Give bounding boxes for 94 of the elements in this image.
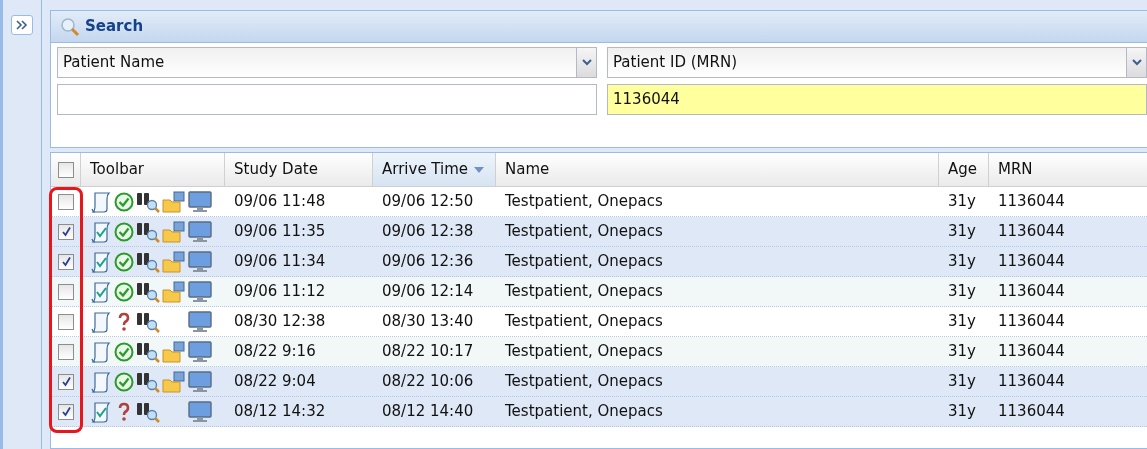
table-cell-text: 31y	[948, 251, 976, 273]
table-cell-text: Testpatient, Onepacs	[505, 371, 663, 393]
table-cell-text: 08/22 9:04	[234, 371, 316, 393]
table-cell-text: 31y	[948, 401, 976, 423]
table-cell-text: 08/12 14:32	[234, 401, 326, 423]
criterion-dropdown[interactable]: Patient Name	[57, 47, 597, 78]
table-cell-text: 1136044	[998, 311, 1065, 333]
table-cell-text: 08/22 9:16	[234, 341, 316, 363]
table-cell-text: Testpatient, Onepacs	[505, 341, 663, 363]
table-cell-text: Testpatient, Onepacs	[505, 281, 663, 303]
table-cell-text: 09/06 11:34	[234, 251, 326, 273]
search-icon	[59, 16, 81, 37]
column-header[interactable]: Age	[939, 153, 989, 186]
column-header[interactable]: MRN	[989, 153, 1147, 186]
binoculars-icon[interactable]	[136, 250, 160, 273]
table-cell-text: 1136044	[998, 281, 1065, 303]
binoculars-icon[interactable]	[136, 190, 160, 213]
monitor-icon[interactable]	[188, 340, 212, 363]
table-cell-text: 09/06 12:14	[382, 281, 474, 303]
table-cell-text: Testpatient, Onepacs	[505, 251, 663, 273]
table-cell-text: 1136044	[998, 341, 1065, 363]
table-cell-text: 31y	[948, 221, 976, 243]
table-cell-text: Testpatient, Onepacs	[505, 191, 663, 213]
check-circle-icon[interactable]	[114, 341, 134, 362]
table-cell-text: 08/30 12:38	[234, 311, 326, 333]
signed-report-icon[interactable]	[90, 400, 112, 423]
table-cell-text: 08/22 10:17	[382, 341, 474, 363]
table-cell-text: Testpatient, Onepacs	[505, 401, 663, 423]
table-cell-text: 1136044	[998, 251, 1065, 273]
check-circle-icon[interactable]	[114, 371, 134, 392]
checkbox[interactable]	[58, 283, 74, 300]
table-cell-text: 09/06 11:12	[234, 281, 326, 303]
checkbox[interactable]	[57, 161, 74, 178]
table-cell-text: 09/06 12:50	[382, 191, 474, 213]
checkbox[interactable]	[58, 223, 74, 240]
expand-button[interactable]	[11, 15, 33, 35]
binoculars-icon[interactable]	[136, 220, 160, 243]
signed-report-icon[interactable]	[90, 220, 112, 243]
checkbox[interactable]	[58, 313, 74, 330]
column-header[interactable]: Name	[496, 153, 939, 186]
table-cell-text: 08/22 10:06	[382, 371, 474, 393]
binoculars-icon[interactable]	[136, 370, 160, 393]
checkbox[interactable]	[58, 253, 74, 270]
table-cell-text: 31y	[948, 371, 976, 393]
table-cell-text: 1136044	[998, 221, 1065, 243]
check-circle-icon[interactable]	[114, 221, 134, 242]
report-icon[interactable]	[90, 340, 112, 363]
monitor-icon[interactable]	[188, 190, 212, 213]
table-cell-text: 31y	[948, 311, 976, 333]
panel-title: Search	[85, 16, 144, 38]
sort-descending-icon	[474, 166, 485, 173]
check-circle-icon[interactable]	[114, 281, 134, 302]
monitor-icon[interactable]	[188, 310, 212, 333]
table-cell-text: 09/06 12:36	[382, 251, 474, 273]
table-cell-text: Testpatient, Onepacs	[505, 311, 663, 333]
check-circle-icon[interactable]	[114, 191, 134, 212]
signed-report-icon[interactable]	[90, 280, 112, 303]
table-cell-text: 31y	[948, 341, 976, 363]
binoculars-icon[interactable]	[136, 310, 160, 333]
report-icon[interactable]	[90, 190, 112, 213]
double-chevron-icon	[16, 20, 28, 30]
binoculars-icon[interactable]	[136, 400, 160, 423]
table-cell-text: 09/06 11:48	[234, 191, 326, 213]
monitor-icon[interactable]	[188, 400, 212, 423]
table-cell-text: 09/06 12:38	[382, 221, 474, 243]
search-field[interactable]: 1136044	[607, 84, 1147, 115]
table-cell-text: 08/30 13:40	[382, 311, 474, 333]
signed-report-icon[interactable]	[90, 250, 112, 273]
monitor-icon[interactable]	[188, 370, 212, 393]
criterion-dropdown[interactable]: Patient ID (MRN)	[607, 47, 1147, 78]
checkbox[interactable]	[58, 373, 74, 390]
monitor-icon[interactable]	[188, 280, 212, 303]
monitor-icon[interactable]	[188, 250, 212, 273]
binoculars-icon[interactable]	[136, 340, 160, 363]
table-cell-text: 09/06 11:35	[234, 221, 326, 243]
table-cell-text: 1136044	[998, 401, 1065, 423]
report-icon[interactable]	[90, 310, 112, 333]
table-cell-text: 1136044	[998, 191, 1065, 213]
check-circle-icon[interactable]	[114, 251, 134, 272]
column-header[interactable]: Arrive Time	[373, 153, 496, 186]
report-icon[interactable]	[90, 370, 112, 393]
column-header[interactable]: Toolbar	[81, 153, 225, 186]
table-cell-text: 1136044	[998, 371, 1065, 393]
binoculars-icon[interactable]	[136, 280, 160, 303]
checkbox[interactable]	[58, 193, 74, 210]
search-field[interactable]	[57, 84, 597, 115]
table-cell-text: 08/12 14:40	[382, 401, 474, 423]
table-cell-text: 31y	[948, 281, 976, 303]
folder-icon[interactable]	[162, 190, 186, 213]
checkbox[interactable]	[58, 343, 74, 360]
monitor-icon[interactable]	[188, 220, 212, 243]
table-cell-text: Testpatient, Onepacs	[505, 221, 663, 243]
table-cell-text: 31y	[948, 191, 976, 213]
checkbox[interactable]	[58, 403, 74, 420]
